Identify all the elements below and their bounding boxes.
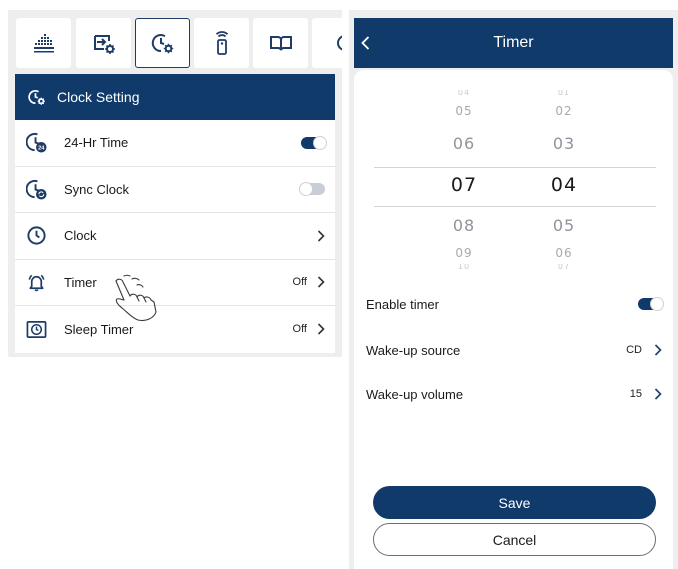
setting-label: 24-Hr Time	[64, 135, 129, 151]
clock-24-icon: 24	[25, 132, 47, 154]
alarm-bell-icon	[25, 271, 47, 293]
24hr-time-toggle[interactable]	[301, 135, 327, 150]
selected-minute: 04	[550, 174, 578, 196]
hour-option: 04	[457, 90, 471, 96]
hour-option: 05	[455, 104, 473, 118]
wake-up-source-value: CD	[626, 344, 642, 356]
sleep-timer-status: Off	[292, 323, 307, 336]
timer-card: 04 05 06 07 08 09 10 01 02 03 04 05 06 0…	[354, 70, 673, 569]
tab-clock-settings[interactable]	[135, 18, 190, 68]
wake-up-volume-value: 15	[629, 388, 642, 400]
selected-hour: 07	[450, 174, 478, 196]
input-settings-icon	[93, 35, 115, 54]
setting-row-timer[interactable]: Timer Off	[15, 260, 335, 306]
chevron-right-icon	[317, 276, 325, 288]
setting-label: Clock	[64, 228, 97, 244]
picker-divider	[374, 167, 656, 168]
chevron-right-icon	[317, 230, 325, 242]
minute-wheel[interactable]: 01 02 03 04 05 06 07	[534, 90, 594, 270]
enable-timer-label: Enable timer	[366, 296, 439, 312]
chevron-right-icon	[654, 344, 662, 356]
hour-option: 08	[452, 216, 476, 235]
timer-panel: Timer 04 05 06 07 08 09 10 01 02 03 04 0…	[349, 10, 678, 569]
setting-label: Timer	[64, 274, 97, 290]
sleep-timer-icon	[25, 318, 47, 340]
setting-row-sync-clock[interactable]: Sync Clock	[15, 167, 335, 213]
wake-up-volume-row[interactable]: Wake-up volume 15	[366, 379, 662, 409]
save-button[interactable]: Save	[373, 486, 656, 519]
tab-remote[interactable]	[194, 18, 249, 68]
timer-status: Off	[292, 276, 307, 289]
minute-option: 01	[557, 90, 571, 96]
book-icon	[269, 36, 292, 51]
setting-row-24hr-time[interactable]: 24 24-Hr Time	[15, 120, 335, 167]
tab-input-settings[interactable]	[76, 18, 131, 68]
chevron-right-icon	[654, 388, 662, 400]
minute-option: 03	[552, 134, 576, 153]
setting-label: Sync Clock	[64, 181, 130, 197]
tab-sound-settings[interactable]	[16, 18, 71, 68]
clock-settings-panel: Clock Setting 24 24-Hr Time Sync Clock C…	[8, 10, 342, 357]
picker-divider	[374, 206, 656, 207]
enable-timer-toggle[interactable]	[638, 297, 664, 311]
minute-option: 07	[557, 264, 571, 270]
minute-option: 02	[555, 104, 573, 118]
clock-settings-icon	[28, 90, 45, 105]
clock-icon	[25, 225, 47, 247]
partial-icon	[336, 35, 342, 51]
wake-up-source-row[interactable]: Wake-up source CD	[366, 335, 662, 365]
clock-settings-icon	[151, 34, 173, 54]
enable-timer-row: Enable timer	[366, 289, 664, 319]
setting-row-clock[interactable]: Clock	[15, 213, 335, 260]
remote-icon	[215, 31, 228, 55]
hand-pointer-icon	[115, 274, 157, 322]
clock-settings-list: 24 24-Hr Time Sync Clock Clock Timer Off…	[15, 120, 335, 353]
cancel-button[interactable]: Cancel	[373, 523, 656, 556]
minute-option: 06	[555, 246, 573, 260]
wake-up-volume-label: Wake-up volume	[366, 386, 464, 402]
equalizer-icon	[33, 34, 54, 53]
clock-sync-icon	[25, 178, 47, 200]
wake-up-source-label: Wake-up source	[366, 342, 461, 358]
chevron-right-icon	[317, 323, 325, 335]
timer-header: Timer	[354, 18, 673, 68]
svg-text:24: 24	[38, 146, 45, 152]
time-picker[interactable]: 04 05 06 07 08 09 10 01 02 03 04 05 06 0…	[374, 90, 656, 270]
back-chevron-icon	[360, 36, 369, 50]
hour-option: 06	[452, 134, 476, 153]
setting-row-sleep-timer[interactable]: Sleep Timer Off	[15, 306, 335, 353]
back-button[interactable]	[354, 18, 376, 68]
page-title: Timer	[493, 34, 534, 51]
section-title: Clock Setting	[57, 89, 140, 105]
hour-option: 09	[455, 246, 473, 260]
minute-option: 05	[552, 216, 576, 235]
hour-wheel[interactable]: 04 05 06 07 08 09 10	[434, 90, 494, 270]
hour-option: 10	[457, 264, 471, 270]
sync-clock-toggle[interactable]	[299, 182, 325, 197]
tab-more[interactable]	[312, 18, 342, 68]
section-header: Clock Setting	[15, 74, 335, 120]
category-tab-bar	[8, 10, 342, 74]
tab-manual[interactable]	[253, 18, 308, 68]
